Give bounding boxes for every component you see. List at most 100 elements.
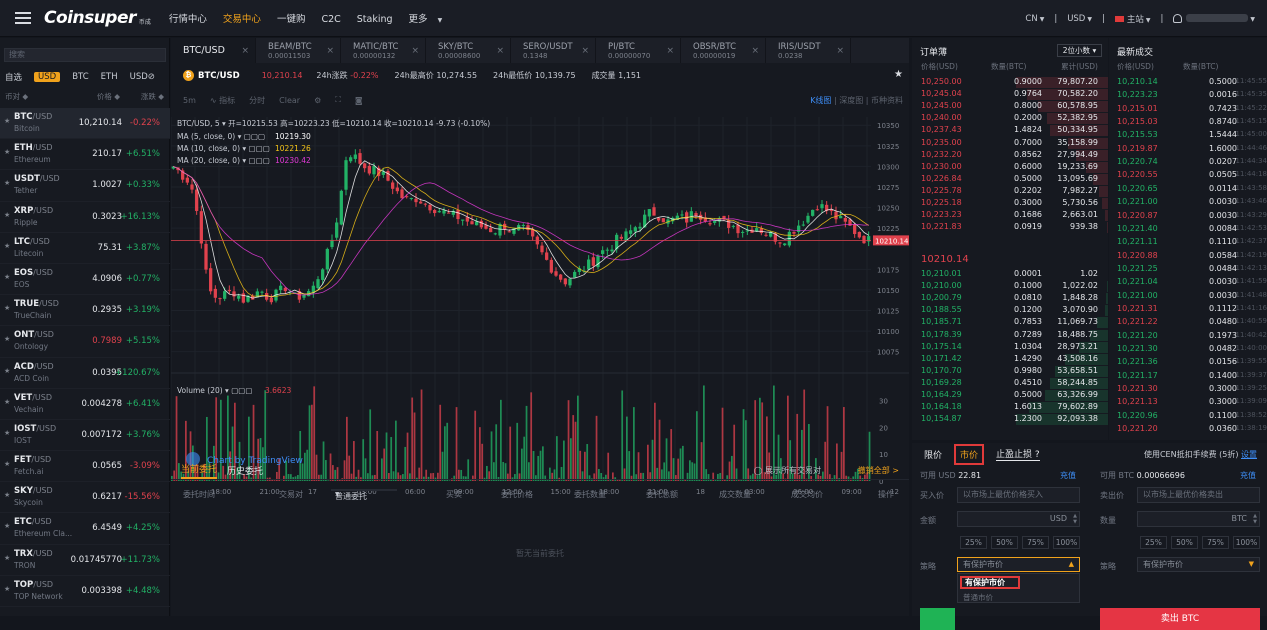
- bid-row[interactable]: 10,154.871.230092,093.38: [912, 414, 1108, 425]
- market-tab-4[interactable]: USD⊘: [130, 72, 155, 82]
- market-row[interactable]: ★TOP/USDTOP Network0.003398+4.48%: [0, 576, 170, 607]
- sell-price-input[interactable]: 以市场上最优价格卖出: [1137, 487, 1260, 503]
- show-all-pairs-toggle[interactable]: ◯ 展示所有交易对: [754, 465, 822, 476]
- option-normal-market[interactable]: 普通市价: [963, 592, 993, 603]
- indicators-button[interactable]: ∿ 指标: [210, 95, 235, 106]
- option-protected-market[interactable]: 有保护市价: [960, 576, 1020, 589]
- fullscreen-icon[interactable]: ⛶: [335, 95, 341, 105]
- buy-price-input[interactable]: 以市场上最优价格买入: [957, 487, 1080, 503]
- tab-limit[interactable]: 限价: [924, 448, 942, 461]
- bid-row[interactable]: 10,175.141.030428,973.21: [912, 342, 1108, 353]
- market-row[interactable]: ★SKY/USDSkycoin0.6217-15.56%: [0, 482, 170, 513]
- market-row[interactable]: ★ETH/USDEthereum210.17+6.51%: [0, 139, 170, 170]
- tab-market[interactable]: 市价: [954, 444, 984, 465]
- favorite-star-icon[interactable]: ★: [4, 335, 10, 343]
- ask-row[interactable]: 10,225.180.30005,730.56: [912, 198, 1108, 209]
- ma-legend[interactable]: MA (10, close, 0) ▾ ▢▢▢: [177, 144, 270, 153]
- favorite-star-icon[interactable]: ★: [4, 117, 10, 125]
- close-icon[interactable]: ×: [241, 46, 249, 56]
- pair-tab[interactable]: OBSR/BTC0.00000019×: [681, 38, 766, 63]
- bid-row[interactable]: 10,170.700.998053,658.51: [912, 366, 1108, 377]
- nav-item-1[interactable]: 交易中心: [223, 14, 261, 25]
- ma-legend[interactable]: MA (20, close, 0) ▾ ▢▢▢: [177, 156, 270, 165]
- bid-row[interactable]: 10,210.000.10001,022.02: [912, 281, 1108, 292]
- favorite-star-icon[interactable]: ★: [4, 398, 10, 406]
- buy-button[interactable]: [920, 608, 955, 630]
- pair-tab[interactable]: PI/BTC0.00000070×: [596, 38, 681, 63]
- nav-item-3[interactable]: C2C: [321, 14, 340, 25]
- market-row[interactable]: ★TRUE/USDTrueChain0.2935+3.19%: [0, 295, 170, 326]
- nav-item-0[interactable]: 行情中心: [169, 14, 207, 25]
- market-tab-0[interactable]: 自选: [5, 71, 22, 83]
- market-row[interactable]: ★ETC/USDEthereum Cla...6.4549+4.25%: [0, 513, 170, 544]
- favorite-star-icon[interactable]: ★: [4, 367, 10, 375]
- market-row[interactable]: ★TRX/USDTRON0.01745770+11.73%: [0, 545, 170, 576]
- bid-row[interactable]: 10,164.181.601379,602.89: [912, 402, 1108, 413]
- market-tab-2[interactable]: BTC: [72, 72, 88, 82]
- favorite-star-icon[interactable]: ★: [4, 491, 10, 499]
- buy-amount-input[interactable]: USD▲▼: [957, 511, 1080, 527]
- market-row[interactable]: ★IOST/USDIOST0.007172+3.76%: [0, 420, 170, 451]
- close-icon[interactable]: ×: [326, 46, 334, 56]
- bid-row[interactable]: 10,185.710.785311,069.73: [912, 317, 1108, 328]
- favorite-star-icon[interactable]: ★: [4, 242, 10, 250]
- ma-legend[interactable]: MA (5, close, 0) ▾ ▢▢▢: [177, 132, 265, 141]
- logo[interactable]: Coinsuper: [44, 8, 136, 28]
- ask-row[interactable]: 10,237.431.482450,334.95: [912, 125, 1108, 136]
- buy-percent-button[interactable]: 75%: [1022, 536, 1049, 549]
- timeshare-button[interactable]: 分时: [249, 95, 265, 106]
- ask-row[interactable]: 10,245.040.976470,582.20: [912, 89, 1108, 100]
- sell-amount-input[interactable]: BTC▲▼: [1137, 511, 1260, 527]
- ask-row[interactable]: 10,232.200.856227,994.49: [912, 150, 1108, 161]
- bid-row[interactable]: 10,188.550.12003,070.90: [912, 305, 1108, 316]
- close-icon[interactable]: ×: [581, 46, 589, 56]
- ask-row[interactable]: 10,226.840.500013,095.69: [912, 174, 1108, 185]
- bid-row[interactable]: 10,169.280.451058,244.85: [912, 378, 1108, 389]
- market-row[interactable]: ★BTC/USDBitcoin10,210.14-0.22%: [0, 108, 170, 139]
- market-row[interactable]: ★VET/USDVechain0.004278+6.41%: [0, 389, 170, 420]
- pair-tab[interactable]: BTC/USD×: [171, 38, 256, 63]
- bid-row[interactable]: 10,200.790.08101,848.28: [912, 293, 1108, 304]
- market-tab-1[interactable]: USD: [34, 72, 60, 82]
- favorite-star-icon[interactable]: ★: [4, 522, 10, 530]
- col-pair-sort[interactable]: 币对 ◆: [5, 91, 28, 102]
- favorite-star-icon[interactable]: ★: [4, 179, 10, 187]
- buy-percent-button[interactable]: 50%: [991, 536, 1018, 549]
- currency-select[interactable]: USD▼: [1067, 14, 1092, 24]
- market-row[interactable]: ★USDT/USDTether1.0027+0.33%: [0, 170, 170, 201]
- pair-tab[interactable]: MATIC/BTC0.00000132×: [341, 38, 426, 63]
- ask-row[interactable]: 10,225.780.22027,982.27: [912, 186, 1108, 197]
- tab-order-history[interactable]: 历史委托: [227, 464, 263, 477]
- favorite-star-icon[interactable]: ★: [4, 460, 10, 468]
- sell-percent-button[interactable]: 25%: [1140, 536, 1167, 549]
- market-row[interactable]: ★ACD/USDACD Coin0.0395+120.67%: [0, 358, 170, 389]
- ask-row[interactable]: 10,250.000.900079,807.20: [912, 77, 1108, 88]
- bid-row[interactable]: 10,171.421.429043,508.16: [912, 354, 1108, 365]
- bid-row[interactable]: 10,164.290.500063,326.99: [912, 390, 1108, 401]
- language-select[interactable]: CN▼: [1025, 14, 1044, 24]
- buy-percent-button[interactable]: 100%: [1053, 536, 1080, 549]
- sell-percent-button[interactable]: 75%: [1202, 536, 1229, 549]
- coin-info-link[interactable]: 币种资料: [871, 96, 903, 105]
- ask-row[interactable]: 10,245.000.800060,578.95: [912, 101, 1108, 112]
- market-row[interactable]: ★ONT/USDOntology0.7989+5.15%: [0, 326, 170, 357]
- user-menu[interactable]: ▼: [1173, 14, 1255, 24]
- favorite-star-icon[interactable]: ★: [4, 148, 10, 156]
- close-icon[interactable]: ×: [411, 46, 419, 56]
- depth-view-link[interactable]: 深度图: [839, 96, 863, 105]
- favorite-star-icon[interactable]: ★: [4, 304, 10, 312]
- sell-percent-button[interactable]: 50%: [1171, 536, 1198, 549]
- interval-select[interactable]: 5m: [183, 96, 196, 105]
- col-price-sort[interactable]: 价格 ◆: [97, 91, 120, 102]
- favorite-star-icon[interactable]: ★: [4, 211, 10, 219]
- market-row[interactable]: ★LTC/USDLitecoin75.31+3.87%: [0, 233, 170, 264]
- camera-icon[interactable]: ◙: [355, 96, 363, 105]
- nav-item-2[interactable]: 一键购: [277, 14, 306, 25]
- sell-button[interactable]: 卖出 BTC: [1100, 608, 1260, 630]
- close-icon[interactable]: ×: [496, 46, 504, 56]
- menu-icon[interactable]: [15, 12, 31, 24]
- market-row[interactable]: ★XRP/USDRipple0.3023+16.13%: [0, 202, 170, 233]
- pair-tab[interactable]: BEAM/BTC0.00011503×: [256, 38, 341, 63]
- market-row[interactable]: ★EOS/USDEOS4.0906+0.77%: [0, 264, 170, 295]
- favorite-star-icon[interactable]: ★: [894, 69, 903, 80]
